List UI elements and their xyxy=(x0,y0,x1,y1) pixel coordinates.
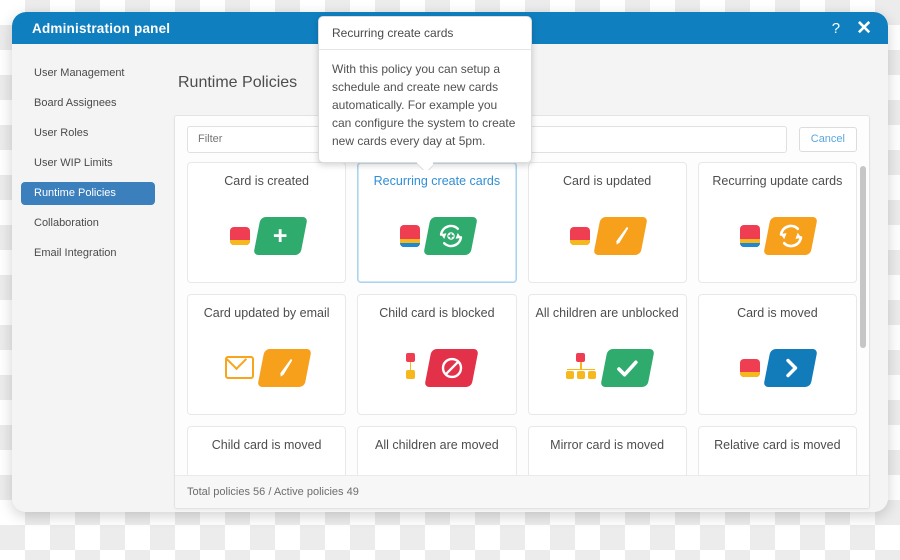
single-card-icon xyxy=(570,226,591,245)
policy-card-card-updated-by-email[interactable]: Card updated by email xyxy=(187,294,347,415)
policy-icon xyxy=(740,321,819,414)
panel-footer: Total policies 56 / Active policies 49 xyxy=(175,475,869,508)
help-icon[interactable]: ? xyxy=(832,21,840,36)
policies-grid: Card is created + Recurring create cards xyxy=(187,162,857,475)
policy-title: Card is created xyxy=(224,174,309,188)
pencil-icon xyxy=(273,356,297,380)
sidebar-item-user-wip-limits[interactable]: User WIP Limits xyxy=(21,152,155,175)
block-icon xyxy=(438,355,464,381)
sidebar-item-user-management[interactable]: User Management xyxy=(21,62,155,85)
policy-card-card-is-updated[interactable]: Card is updated xyxy=(527,162,687,283)
create-action-shape: + xyxy=(252,216,308,255)
recurring-update-action-shape xyxy=(763,216,819,255)
policy-title: Child card is moved xyxy=(211,438,322,452)
policy-card-recurring-update-cards[interactable]: Recurring update cards xyxy=(697,162,857,283)
window-title: Administration panel xyxy=(32,20,171,36)
titlebar-actions: ? ✕ xyxy=(832,12,872,44)
unblock-action-shape xyxy=(600,348,655,387)
policy-counts: Total policies 56 / Active policies 49 xyxy=(187,486,359,498)
recurring-add-icon xyxy=(436,222,464,250)
sidebar-item-user-roles[interactable]: User Roles xyxy=(21,122,155,145)
policy-title: Card is moved xyxy=(737,306,818,320)
single-card-icon xyxy=(229,226,250,245)
envelope-icon xyxy=(225,356,255,379)
sidebar-item-collaboration[interactable]: Collaboration xyxy=(21,212,155,235)
policy-title: Mirror card is moved xyxy=(550,438,665,452)
sidebar-item-email-integration[interactable]: Email Integration xyxy=(21,242,155,265)
policy-icon xyxy=(567,453,647,475)
policy-tooltip: Recurring create cards With this policy … xyxy=(318,16,532,163)
policies-scrollbar[interactable] xyxy=(860,166,866,472)
children-cards-icon xyxy=(563,352,597,383)
policy-title: All children are moved xyxy=(375,438,499,452)
policy-icon xyxy=(570,189,648,282)
policy-title: Recurring update cards xyxy=(712,174,843,188)
child-card-icon xyxy=(399,352,421,383)
close-icon[interactable]: ✕ xyxy=(856,19,872,38)
policy-card-mirror-card-is-moved[interactable]: Mirror card is moved xyxy=(527,426,687,475)
policy-icon xyxy=(229,453,305,475)
policy-card-child-card-is-blocked[interactable]: Child card is blocked xyxy=(357,294,517,415)
policy-card-all-children-are-moved[interactable]: All children are moved xyxy=(357,426,517,475)
stacked-cards-icon xyxy=(399,224,420,247)
tooltip-title: Recurring create cards xyxy=(319,17,531,50)
policies-scroll-area[interactable]: Card is created + Recurring create cards xyxy=(175,162,869,475)
policy-title: Relative card is moved xyxy=(714,438,841,452)
policy-icon xyxy=(740,189,819,282)
stacked-cards-icon xyxy=(740,224,761,247)
sidebar-item-board-assignees[interactable]: Board Assignees xyxy=(21,92,155,115)
policy-card-relative-card-is-moved[interactable]: Relative card is moved xyxy=(697,426,857,475)
tooltip-arrow xyxy=(417,162,433,170)
recurring-create-action-shape xyxy=(423,216,478,255)
scrollbar-thumb[interactable] xyxy=(860,166,866,348)
move-action-shape xyxy=(763,348,819,387)
policy-title: Card updated by email xyxy=(203,306,330,320)
update-action-shape xyxy=(593,216,648,255)
update-action-shape xyxy=(257,348,312,387)
single-card-icon xyxy=(740,358,761,377)
policy-card-child-card-is-moved[interactable]: Child card is moved xyxy=(187,426,347,475)
policy-title: All children are unblocked xyxy=(535,306,679,320)
plus-icon: + xyxy=(272,221,288,249)
policy-icon: + xyxy=(229,189,308,282)
policy-card-card-is-created[interactable]: Card is created + xyxy=(187,162,347,283)
policy-icon xyxy=(393,453,481,475)
sidebar-item-runtime-policies[interactable]: Runtime Policies xyxy=(21,182,155,205)
check-icon xyxy=(614,354,641,381)
policy-card-card-is-moved[interactable]: Card is moved xyxy=(697,294,857,415)
sidebar: User Management Board Assignees User Rol… xyxy=(12,44,164,512)
policy-icon xyxy=(737,453,817,475)
block-action-shape xyxy=(424,348,479,387)
policy-card-recurring-create-cards[interactable]: Recurring create cards xyxy=(357,162,517,283)
cancel-button[interactable]: Cancel xyxy=(798,126,857,152)
policy-icon xyxy=(399,189,478,282)
policy-card-all-children-are-unblocked[interactable]: All children are unblocked xyxy=(527,294,687,415)
policies-panel: Cancel Card is created + xyxy=(174,115,870,509)
policy-title: Recurring create cards xyxy=(373,174,501,188)
refresh-icon xyxy=(777,222,805,250)
policy-icon xyxy=(563,321,655,414)
tooltip-body: With this policy you can setup a schedul… xyxy=(332,62,516,148)
policy-title: Card is updated xyxy=(562,174,652,188)
policy-title: Child card is blocked xyxy=(379,306,495,320)
chevron-right-icon xyxy=(779,356,803,380)
pencil-icon xyxy=(609,224,633,248)
policy-icon xyxy=(399,321,479,414)
policy-icon xyxy=(225,321,312,414)
